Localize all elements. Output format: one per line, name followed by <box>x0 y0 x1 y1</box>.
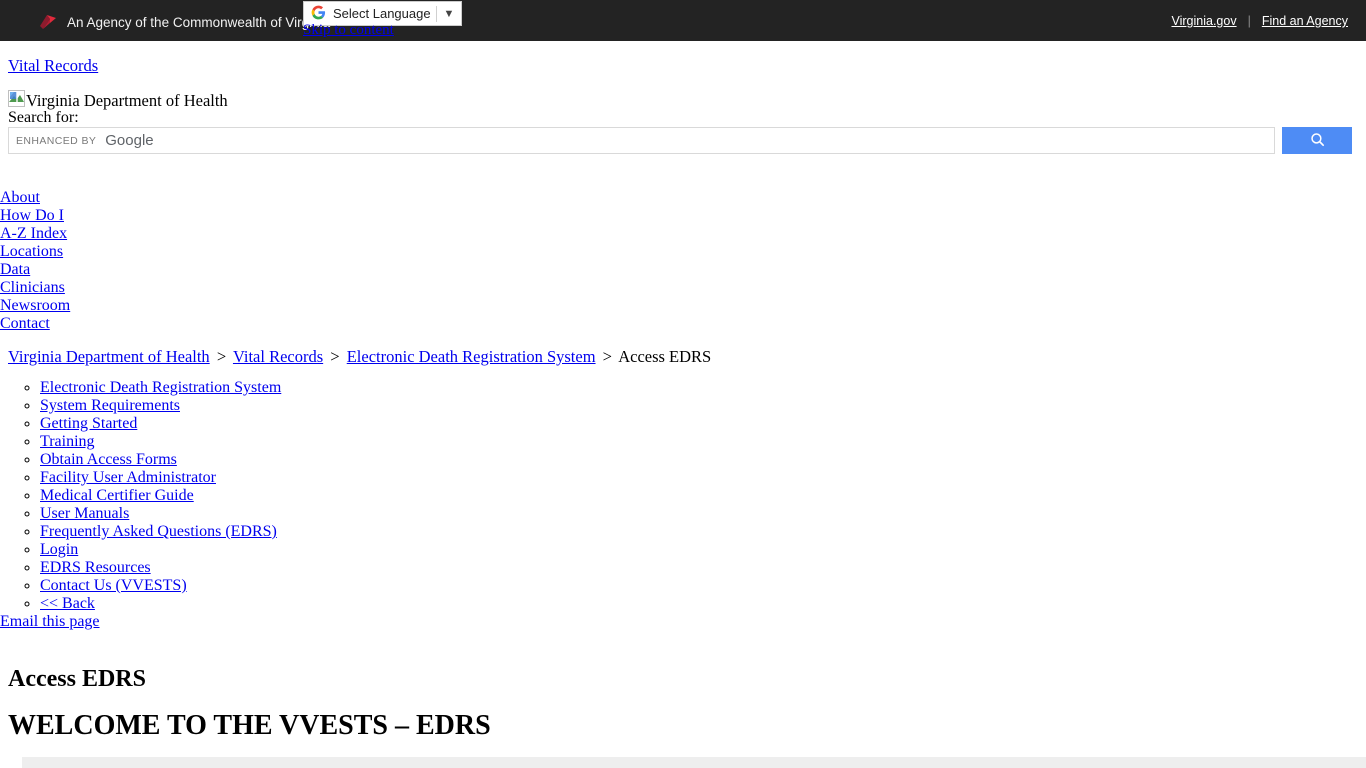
utility-nav-item-clinicians[interactable]: Clinicians <box>0 279 70 297</box>
utility-nav-link[interactable]: Contact <box>0 315 50 332</box>
sidebar-item-getting-started[interactable]: Getting Started <box>40 415 281 433</box>
sidebar-item-facility-user-administrator[interactable]: Facility User Administrator <box>40 469 281 487</box>
sidebar-item-obtain-access-forms[interactable]: Obtain Access Forms <box>40 451 281 469</box>
breadcrumb-separator: > <box>602 347 612 366</box>
sidebar-item-edrs-resources[interactable]: EDRS Resources <box>40 559 281 577</box>
search-row <box>8 127 1352 154</box>
breadcrumb-link-vital-records[interactable]: Vital Records <box>233 347 323 366</box>
section-menu-link[interactable]: EDRS Resources <box>40 559 151 576</box>
section-menu-sublist: Electronic Death Registration System Sys… <box>0 379 281 613</box>
utility-nav-item-newsroom[interactable]: Newsroom <box>0 297 70 315</box>
sidebar-item-user-manuals[interactable]: User Manuals <box>40 505 281 523</box>
section-menu-link[interactable]: Getting Started <box>40 415 137 432</box>
breadcrumb: Virginia Department of Health > Vital Re… <box>8 347 711 367</box>
search-input[interactable] <box>8 127 1275 154</box>
section-menu-link[interactable]: Electronic Death Registration System <box>40 379 281 396</box>
email-this-page-link[interactable]: Email this page <box>0 613 100 630</box>
section-menu-link[interactable]: Frequently Asked Questions (EDRS) <box>40 523 277 540</box>
sidebar-item-edrs[interactable]: Electronic Death Registration System <box>40 379 281 397</box>
virginia-gov-link[interactable]: Virginia.gov <box>1171 14 1236 28</box>
section-menu-link[interactable]: << Back <box>40 595 95 612</box>
skip-to-content-link[interactable]: Skip to content <box>303 22 394 39</box>
search-icon <box>1309 131 1326 151</box>
utility-nav-item-about[interactable]: About <box>0 189 70 207</box>
utility-nav-link[interactable]: Locations <box>0 243 63 260</box>
welcome-heading: WELCOME TO THE VVESTS – EDRS <box>8 710 491 741</box>
utility-nav-item-data[interactable]: Data <box>0 261 70 279</box>
sidebar-item-back[interactable]: << Back <box>40 595 281 613</box>
section-menu: Electronic Death Registration System Sys… <box>0 379 281 631</box>
section-menu-group: Electronic Death Registration System Sys… <box>0 379 281 613</box>
sidebar-item-system-requirements[interactable]: System Requirements <box>40 397 281 415</box>
section-menu-link[interactable]: Contact Us (VVESTS) <box>40 577 187 594</box>
utility-nav-link[interactable]: Data <box>0 261 30 278</box>
breadcrumb-link-vdh[interactable]: Virginia Department of Health <box>8 347 210 366</box>
footer-band <box>22 757 1366 768</box>
section-menu-link[interactable]: Medical Certifier Guide <box>40 487 194 504</box>
sidebar-item-login[interactable]: Login <box>40 541 281 559</box>
breadcrumb-separator: > <box>330 347 340 366</box>
section-menu-link[interactable]: Obtain Access Forms <box>40 451 177 468</box>
utility-nav-item-a-z-index[interactable]: A-Z Index <box>0 225 70 243</box>
sidebar-item-training[interactable]: Training <box>40 433 281 451</box>
utility-nav-link[interactable]: Newsroom <box>0 297 70 314</box>
section-menu-link[interactable]: User Manuals <box>40 505 129 522</box>
vital-records-link[interactable]: Vital Records <box>8 56 98 76</box>
page-title: Access EDRS <box>8 666 146 692</box>
utility-nav-link[interactable]: About <box>0 189 40 206</box>
sidebar-item-medical-certifier-guide[interactable]: Medical Certifier Guide <box>40 487 281 505</box>
section-menu-link[interactable]: Facility User Administrator <box>40 469 216 486</box>
email-this-page-item[interactable]: Email this page <box>0 613 281 631</box>
commonwealth-links: Virginia.gov | Find an Agency <box>1171 14 1348 28</box>
site-title: Virginia Department of Health <box>26 91 228 110</box>
google-g-icon <box>311 5 326 23</box>
utility-nav-item-contact[interactable]: Contact <box>0 315 70 333</box>
utility-nav-item-locations[interactable]: Locations <box>0 243 70 261</box>
chevron-down-icon[interactable]: ▼ <box>437 8 461 20</box>
commonwealth-top-bar: An Agency of the Commonwealth of Virgini… <box>0 0 1366 41</box>
section-menu-link[interactable]: Login <box>40 541 78 558</box>
utility-nav-link[interactable]: Clinicians <box>0 279 65 296</box>
sidebar-item-contact-us-vvests[interactable]: Contact Us (VVESTS) <box>40 577 281 595</box>
find-an-agency-link[interactable]: Find an Agency <box>1262 14 1348 28</box>
utility-nav-link[interactable]: How Do I <box>0 207 64 224</box>
breadcrumb-current: Access EDRS <box>618 347 712 366</box>
utility-nav-link[interactable]: A-Z Index <box>0 225 67 242</box>
agency-text: An Agency of the Commonwealth of Virgini… <box>67 15 331 30</box>
section-menu-link[interactable]: Training <box>40 433 95 450</box>
sidebar-item-faq-edrs[interactable]: Frequently Asked Questions (EDRS) <box>40 523 281 541</box>
link-separator: | <box>1247 14 1251 28</box>
search-label: Search for: <box>8 109 79 126</box>
utility-nav: About How Do I A-Z Index Locations Data … <box>0 171 70 333</box>
virginia-logo-icon <box>38 12 58 33</box>
section-menu-link[interactable]: System Requirements <box>40 397 180 414</box>
utility-nav-item-empty <box>0 171 70 189</box>
select-language-label: Select Language <box>333 6 431 21</box>
breadcrumb-link-edrs[interactable]: Electronic Death Registration System <box>347 347 596 366</box>
breadcrumb-separator: > <box>216 347 227 366</box>
commonwealth-branding: An Agency of the Commonwealth of Virgini… <box>38 12 330 33</box>
utility-nav-item-how-do-i[interactable]: How Do I <box>0 207 70 225</box>
search-button[interactable] <box>1282 127 1352 154</box>
